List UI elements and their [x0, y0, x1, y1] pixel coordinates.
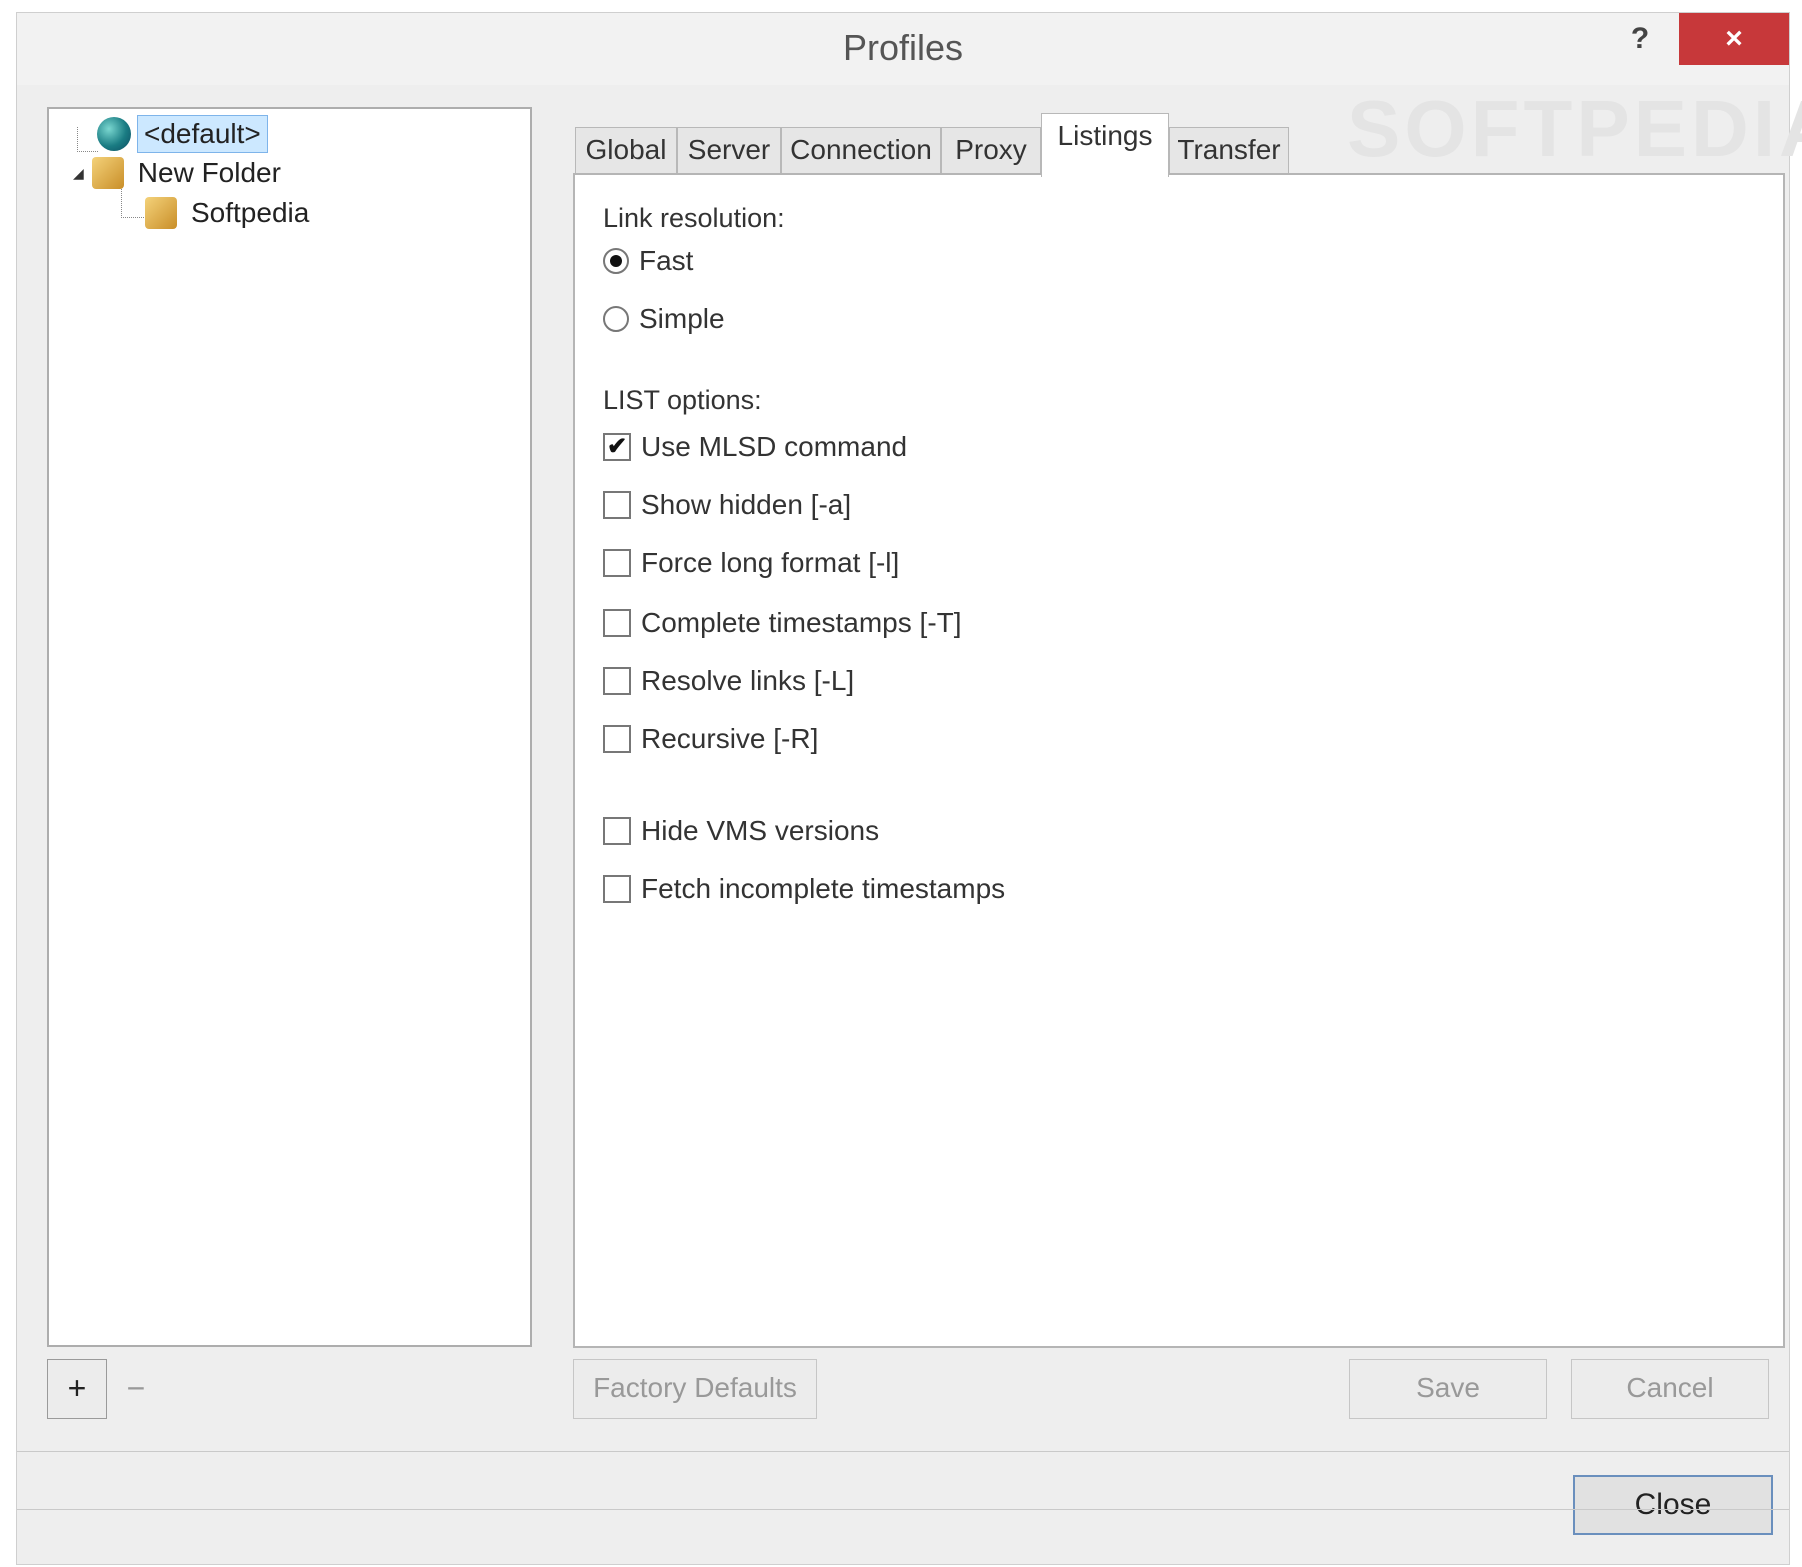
- tab-server[interactable]: Server: [677, 127, 781, 175]
- tree-item-default[interactable]: <default>: [97, 115, 268, 153]
- check-complete-timestamps[interactable]: Complete timestamps [-T]: [603, 607, 962, 639]
- window-title: Profiles: [842, 27, 964, 68]
- title-bar: Profiles ? ×: [17, 13, 1789, 85]
- tree-item-label: <default>: [137, 115, 268, 153]
- globe-icon: [97, 117, 131, 151]
- folder-box-icon: [145, 197, 177, 229]
- profiles-window: Profiles ? × SOFTPEDIA <default> ◢ New F…: [16, 12, 1802, 1565]
- tab-global[interactable]: Global: [575, 127, 677, 175]
- checkbox-label: Recursive [-R]: [641, 723, 819, 754]
- close-window-button[interactable]: ×: [1679, 13, 1789, 65]
- close-button[interactable]: Close: [1573, 1475, 1773, 1535]
- check-show-hidden[interactable]: Show hidden [-a]: [603, 489, 851, 521]
- check-resolve-links[interactable]: Resolve links [-L]: [603, 665, 854, 697]
- radio-simple[interactable]: Simple: [603, 303, 725, 335]
- radio-label: Fast: [639, 245, 694, 276]
- checkbox-label: Use MLSD command: [641, 431, 908, 462]
- cancel-button[interactable]: Cancel: [1571, 1359, 1769, 1419]
- tree-item-new-folder[interactable]: ◢ New Folder: [73, 155, 287, 191]
- profile-tree[interactable]: <default> ◢ New Folder Softpedia: [47, 107, 532, 1347]
- link-resolution-label: Link resolution:: [603, 203, 785, 233]
- checkbox[interactable]: [603, 491, 631, 519]
- factory-defaults-button[interactable]: Factory Defaults: [573, 1359, 817, 1419]
- tab-proxy[interactable]: Proxy: [941, 127, 1041, 175]
- radio-label: Simple: [639, 303, 725, 334]
- save-button[interactable]: Save: [1349, 1359, 1547, 1419]
- check-force-long-format[interactable]: Force long format [-l]: [603, 547, 899, 579]
- radio-fast[interactable]: Fast: [603, 245, 693, 277]
- check-fetch-incomplete-timestamps[interactable]: Fetch incomplete timestamps: [603, 873, 1005, 905]
- collapse-arrow-icon[interactable]: ◢: [73, 165, 84, 182]
- footer-divider: [17, 1509, 1789, 1510]
- folder-box-icon: [91, 157, 124, 189]
- check-use-mlsd[interactable]: ✔ Use MLSD command: [603, 431, 907, 463]
- checkbox-checked[interactable]: ✔: [603, 433, 631, 461]
- checkbox[interactable]: [603, 817, 631, 845]
- checkbox-label: Show hidden [-a]: [641, 489, 852, 520]
- tab-transfer[interactable]: Transfer: [1169, 127, 1289, 175]
- tab-connection[interactable]: Connection: [781, 127, 941, 175]
- checkbox-label: Complete timestamps [-T]: [641, 607, 962, 638]
- remove-profile-button[interactable]: −: [111, 1359, 161, 1419]
- help-button[interactable]: ?: [1611, 13, 1669, 65]
- checkbox[interactable]: [603, 609, 631, 637]
- list-options-label: LIST options:: [603, 385, 762, 415]
- radio-button[interactable]: [603, 306, 629, 332]
- radio-selected-dot: [610, 255, 622, 267]
- checkbox-label: Resolve links [-L]: [641, 665, 855, 696]
- checkbox[interactable]: [603, 549, 631, 577]
- add-profile-button[interactable]: +: [47, 1359, 107, 1419]
- tree-connector: [77, 127, 98, 152]
- footer-divider: [17, 1451, 1789, 1452]
- tree-item-label: New Folder: [137, 157, 281, 188]
- tab-listings[interactable]: Listings: [1041, 113, 1169, 177]
- check-recursive[interactable]: Recursive [-R]: [603, 723, 818, 755]
- checkbox-label: Fetch incomplete timestamps: [641, 873, 1006, 904]
- radio-button[interactable]: [603, 248, 629, 274]
- checkbox[interactable]: [603, 725, 631, 753]
- checkbox-label: Hide VMS versions: [641, 815, 880, 846]
- check-hide-vms-versions[interactable]: Hide VMS versions: [603, 815, 879, 847]
- checkbox[interactable]: [603, 667, 631, 695]
- checkbox[interactable]: [603, 875, 631, 903]
- listings-panel: Link resolution: Fast Simple LIST option…: [573, 173, 1785, 1348]
- tree-connector: [121, 189, 144, 218]
- watermark: SOFTPEDIA: [1347, 84, 1802, 173]
- tree-item-softpedia[interactable]: Softpedia: [145, 195, 315, 231]
- tree-item-label: Softpedia: [191, 197, 310, 228]
- checkbox-label: Force long format [-l]: [641, 547, 900, 578]
